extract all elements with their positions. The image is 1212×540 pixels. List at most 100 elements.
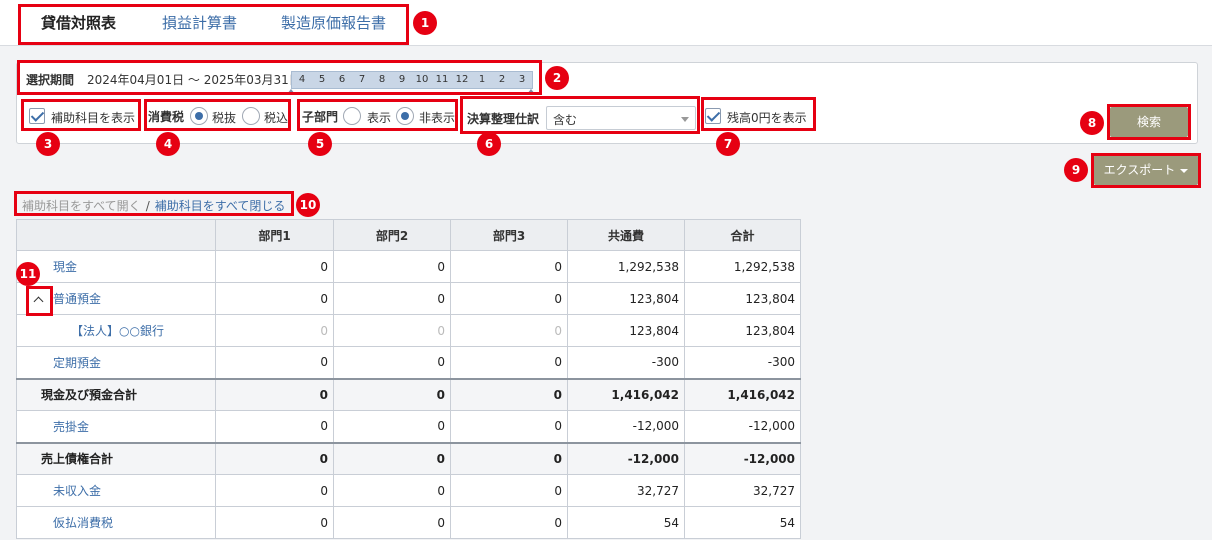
column-header bbox=[16, 219, 216, 251]
search-button[interactable]: 検索 bbox=[1110, 107, 1188, 137]
collapse-sub-accounts-icon[interactable] bbox=[30, 291, 48, 309]
sub-account-name-link[interactable]: 【法人】○○銀行 bbox=[16, 314, 216, 347]
table-cell: 0 bbox=[450, 250, 568, 283]
table-cell: 54 bbox=[567, 506, 685, 539]
month-cell[interactable]: 6 bbox=[332, 72, 352, 88]
show-zero-balance-checkbox[interactable] bbox=[705, 108, 721, 124]
tax-included-radio[interactable] bbox=[242, 107, 260, 125]
tax-excluded-radio[interactable] bbox=[190, 107, 208, 125]
month-cell[interactable]: 10 bbox=[412, 72, 432, 88]
export-button[interactable]: エクスポート bbox=[1094, 155, 1198, 185]
total-row-label: 現金及び預金合計 bbox=[16, 377, 216, 411]
table-cell: 0 bbox=[333, 410, 451, 443]
tab-income-statement[interactable]: 損益計算書 bbox=[162, 0, 237, 46]
table-row: 普通預金 0 0 0 123,804 123,804 bbox=[16, 282, 801, 315]
tax-excluded-label: 税抜 bbox=[212, 111, 237, 125]
total-row-label: 売上債権合計 bbox=[16, 441, 216, 475]
subdept-hide-label: 非表示 bbox=[419, 111, 456, 125]
month-selector[interactable]: 4 5 6 7 8 9 10 11 12 1 2 3 bbox=[291, 71, 533, 89]
table-cell: 0 bbox=[215, 282, 334, 315]
table-cell: 0 bbox=[333, 377, 451, 411]
closing-entries-label: 決算整理仕訳 bbox=[467, 112, 540, 126]
account-name-link[interactable]: 売掛金 bbox=[16, 410, 216, 443]
column-header: 合計 bbox=[684, 219, 801, 251]
month-cell[interactable]: 2 bbox=[492, 72, 512, 88]
column-header: 部門2 bbox=[333, 219, 451, 251]
caret-down-icon bbox=[1180, 168, 1189, 173]
month-cell[interactable]: 11 bbox=[432, 72, 452, 88]
table-cell: 0 bbox=[333, 441, 451, 475]
annotation-badge: 4 bbox=[156, 132, 180, 156]
month-cell[interactable]: 9 bbox=[392, 72, 412, 88]
subdept-show-radio[interactable] bbox=[343, 107, 361, 125]
table-row: 【法人】○○銀行 0 0 0 123,804 123,804 bbox=[16, 314, 801, 347]
table-row: 定期預金 0 0 0 -300 -300 bbox=[16, 346, 801, 379]
month-cell[interactable]: 5 bbox=[312, 72, 332, 88]
table-cell: 0 bbox=[450, 282, 568, 315]
table-cell: 32,727 bbox=[684, 474, 801, 507]
show-sub-accounts-label: 補助科目を表示 bbox=[51, 111, 136, 125]
table-cell: 32,727 bbox=[567, 474, 685, 507]
table-cell: 1,416,042 bbox=[567, 377, 685, 411]
table-cell: 0 bbox=[450, 346, 568, 379]
annotation-badge: 6 bbox=[477, 132, 501, 156]
table-cell: 0 bbox=[450, 377, 568, 411]
tax-label: 消費税 bbox=[148, 110, 185, 124]
month-cell[interactable]: 3 bbox=[512, 72, 532, 88]
table-cell: 0 bbox=[450, 441, 568, 475]
closing-entries-select[interactable]: 含む bbox=[546, 106, 696, 130]
range-end-handle-icon[interactable] bbox=[527, 89, 535, 94]
month-cell[interactable]: 4 bbox=[292, 72, 312, 88]
table-cell: 123,804 bbox=[684, 314, 801, 347]
table-cell: 0 bbox=[215, 377, 334, 411]
table-cell: 0 bbox=[215, 441, 334, 475]
annotation-badge: 7 bbox=[716, 132, 740, 156]
period-label: 選択期間 bbox=[26, 73, 75, 87]
annotation-badge: 11 bbox=[16, 262, 40, 286]
account-name-link[interactable]: 仮払消費税 bbox=[16, 506, 216, 539]
column-header: 部門1 bbox=[215, 219, 334, 251]
subdept-show-label: 表示 bbox=[367, 111, 392, 125]
subdept-hide-radio[interactable] bbox=[396, 107, 414, 125]
table-header-row: 部門1 部門2 部門3 共通費 合計 bbox=[16, 219, 801, 251]
table-total-row: 売上債権合計 0 0 0 -12,000 -12,000 bbox=[16, 441, 801, 475]
table-cell: 0 bbox=[215, 346, 334, 379]
annotation-badge: 10 bbox=[296, 193, 320, 217]
table-row: 未収入金 0 0 0 32,727 32,727 bbox=[16, 474, 801, 507]
account-name-link[interactable]: 未収入金 bbox=[16, 474, 216, 507]
period-range[interactable]: 2024年04月01日 ～ 2025年03月31日 bbox=[87, 71, 301, 88]
month-cell[interactable]: 7 bbox=[352, 72, 372, 88]
report-tab-bar: 貸借対照表 損益計算書 製造原価報告書 bbox=[0, 0, 1212, 46]
month-cell[interactable]: 12 bbox=[452, 72, 472, 88]
table-row: 売掛金 0 0 0 -12,000 -12,000 bbox=[16, 410, 801, 443]
table-cell: 0 bbox=[215, 314, 334, 347]
table-cell: 0 bbox=[450, 314, 568, 347]
table-cell: 54 bbox=[684, 506, 801, 539]
table-cell: 0 bbox=[215, 250, 334, 283]
table-cell: 0 bbox=[215, 410, 334, 443]
collapse-all-link[interactable]: 補助科目をすべて閉じる bbox=[155, 199, 286, 213]
tax-included-label: 税込 bbox=[264, 111, 289, 125]
balance-sheet-table: 部門1 部門2 部門3 共通費 合計 現金 0 0 0 1,292,538 1,… bbox=[16, 219, 801, 539]
table-cell: 0 bbox=[215, 506, 334, 539]
chevron-down-icon bbox=[681, 117, 689, 122]
annotation-badge: 8 bbox=[1080, 111, 1104, 135]
table-cell: 0 bbox=[333, 250, 451, 283]
table-cell: 0 bbox=[333, 474, 451, 507]
tab-manufacturing-cost-report[interactable]: 製造原価報告書 bbox=[281, 0, 386, 46]
range-start-handle-icon[interactable] bbox=[287, 89, 295, 94]
table-cell: -300 bbox=[684, 346, 801, 379]
table-cell: 0 bbox=[450, 410, 568, 443]
table-cell: 1,292,538 bbox=[567, 250, 685, 283]
month-cell[interactable]: 1 bbox=[472, 72, 492, 88]
expand-all-link[interactable]: 補助科目をすべて開く bbox=[22, 199, 141, 213]
tab-balance-sheet[interactable]: 貸借対照表 bbox=[41, 0, 116, 46]
subdept-label: 子部門 bbox=[302, 110, 339, 124]
annotation-badge: 2 bbox=[545, 66, 569, 90]
account-name-link[interactable]: 定期預金 bbox=[16, 346, 216, 379]
show-sub-accounts-checkbox[interactable] bbox=[29, 108, 45, 124]
table-cell: 0 bbox=[450, 506, 568, 539]
month-cell[interactable]: 8 bbox=[372, 72, 392, 88]
closing-entries-value: 含む bbox=[553, 113, 578, 127]
account-name-link[interactable]: 現金 bbox=[16, 250, 216, 283]
